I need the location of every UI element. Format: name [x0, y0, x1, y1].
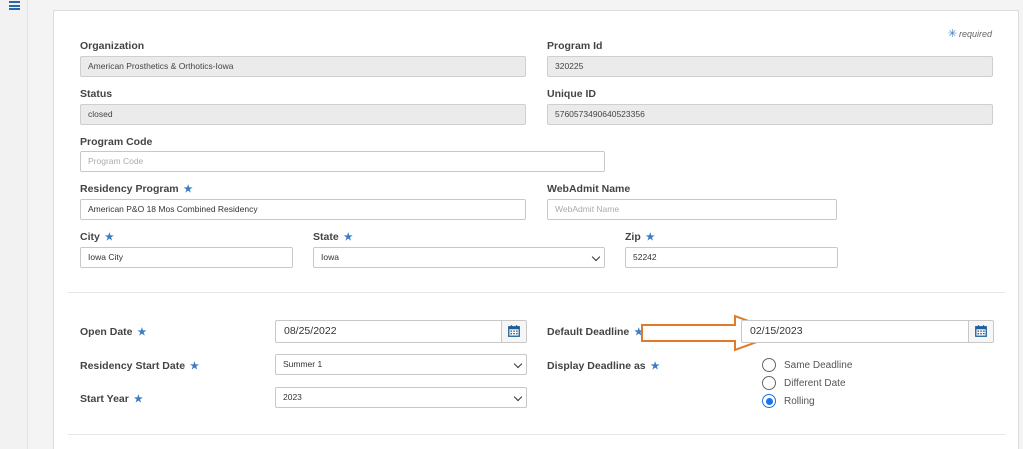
required-star-icon: ★ — [133, 394, 143, 405]
hamburger-menu-icon[interactable] — [9, 1, 20, 10]
zip-label: Zip ★ — [625, 231, 655, 243]
section-divider — [68, 292, 1005, 293]
chevron-down-icon — [513, 359, 523, 369]
required-star-icon: ★ — [645, 232, 655, 243]
city-label: City ★ — [80, 231, 114, 243]
open-date-input[interactable]: 08/25/2022 — [275, 320, 527, 343]
organization-field: American Prosthetics & Orthotics-Iowa — [80, 56, 526, 77]
state-select[interactable]: Iowa — [313, 247, 605, 268]
webadmit-name-label: WebAdmit Name — [547, 183, 631, 195]
required-star-icon: ★ — [183, 184, 193, 195]
program-code-label: Program Code — [80, 136, 153, 148]
organization-label: Organization — [80, 40, 145, 52]
section-divider — [68, 434, 1005, 435]
program-code-input[interactable]: Program Code — [80, 151, 605, 172]
required-star-icon: ★ — [190, 361, 200, 372]
radio-rolling[interactable]: Rolling — [762, 393, 815, 409]
start-year-label: Start Year ★ — [80, 393, 143, 405]
radio-circle — [762, 358, 776, 372]
residency-program-input[interactable]: American P&O 18 Mos Combined Residency — [80, 199, 526, 220]
residency-start-date-label: Residency Start Date ★ — [80, 360, 200, 372]
unique-id-field: 5760573490640523356 — [547, 104, 993, 125]
sidebar — [0, 0, 28, 449]
radio-different-date[interactable]: Different Date — [762, 375, 846, 391]
chevron-down-icon — [591, 252, 601, 262]
radio-same-deadline[interactable]: Same Deadline — [762, 357, 852, 373]
program-form-panel: ✳ required Organization American Prosthet… — [53, 10, 1019, 449]
required-star-icon: ★ — [343, 232, 353, 243]
default-deadline-label: Default Deadline ★ — [547, 326, 644, 338]
required-star-icon: ★ — [137, 327, 147, 338]
calendar-icon — [508, 325, 520, 337]
unique-id-label: Unique ID — [547, 88, 596, 100]
open-date-label: Open Date ★ — [80, 326, 147, 338]
default-deadline-input[interactable]: 02/15/2023 — [741, 320, 994, 343]
required-star-icon: ★ — [650, 361, 660, 372]
calendar-icon — [975, 325, 987, 337]
calendar-button[interactable] — [968, 321, 993, 342]
calendar-button[interactable] — [501, 321, 526, 342]
display-deadline-label: Display Deadline as ★ — [547, 360, 660, 372]
status-label: Status — [80, 88, 113, 100]
program-id-field: 320225 — [547, 56, 993, 77]
residency-program-label: Residency Program ★ — [80, 183, 193, 195]
radio-circle — [762, 376, 776, 390]
program-id-label: Program Id — [547, 40, 603, 52]
residency-start-date-select[interactable]: Summer 1 — [275, 354, 527, 375]
zip-input[interactable]: 52242 — [625, 247, 838, 268]
required-asterisk-icon: ✳ — [947, 28, 957, 40]
required-note: ✳ required — [947, 28, 992, 40]
status-field: closed — [80, 104, 526, 125]
radio-circle — [762, 394, 776, 408]
start-year-select[interactable]: 2023 — [275, 387, 527, 408]
webadmit-name-input[interactable]: WebAdmit Name — [547, 199, 837, 220]
required-star-icon: ★ — [104, 232, 114, 243]
state-label: State ★ — [313, 231, 353, 243]
city-input[interactable]: Iowa City — [80, 247, 293, 268]
chevron-down-icon — [513, 392, 523, 402]
